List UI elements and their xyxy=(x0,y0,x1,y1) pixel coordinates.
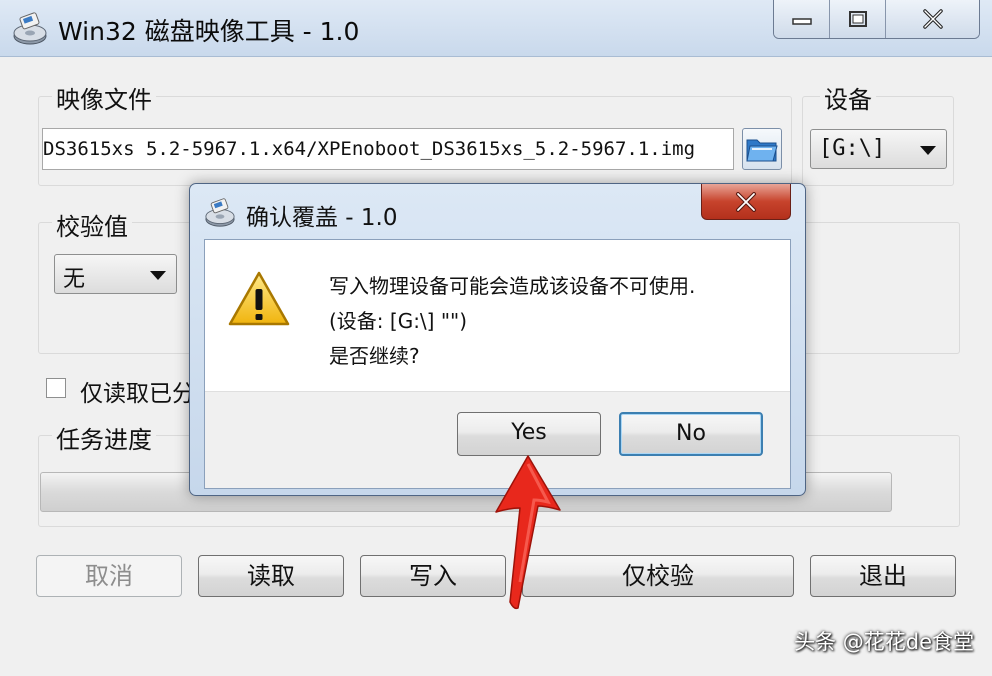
yes-button[interactable]: Yes xyxy=(457,412,601,456)
chevron-down-icon xyxy=(920,146,936,155)
cancel-button[interactable]: 取消 xyxy=(36,555,182,597)
hash-select[interactable]: 无 xyxy=(54,254,177,294)
minimize-button[interactable] xyxy=(774,0,830,38)
maximize-button[interactable] xyxy=(830,0,886,38)
read-button[interactable]: 读取 xyxy=(198,555,344,597)
readonly-checkbox[interactable] xyxy=(46,378,66,398)
disk-imager-icon xyxy=(13,12,47,45)
window-title: Win32 磁盘映像工具 - 1.0 xyxy=(58,17,360,46)
close-icon xyxy=(736,191,756,212)
warning-icon xyxy=(228,271,290,326)
maximize-icon xyxy=(848,11,867,27)
device-select-value: [G:\] xyxy=(819,136,886,161)
image-file-path-input[interactable]: DS3615xs 5.2-5967.1.x64/XPEnoboot_DS3615… xyxy=(42,128,734,170)
exit-button[interactable]: 退出 xyxy=(810,555,956,597)
confirm-overwrite-dialog: 确认覆盖 - 1.0 写入物理设备可能会造成该设备不可使用. (设备: [G:\… xyxy=(189,183,806,496)
dialog-title: 确认覆盖 - 1.0 xyxy=(246,205,398,231)
annotation-arrow xyxy=(495,455,561,610)
progress-label: 任务进度 xyxy=(52,420,156,455)
open-folder-icon xyxy=(746,139,778,162)
close-icon xyxy=(922,9,943,29)
window-caption-buttons xyxy=(773,0,980,39)
image-file-label: 映像文件 xyxy=(52,80,156,115)
device-select[interactable]: [G:\] xyxy=(810,129,947,169)
browse-folder-button[interactable] xyxy=(742,128,782,170)
dialog-message-line-1: 写入物理设备可能会造成该设备不可使用. xyxy=(329,274,696,298)
dialog-message-line-2: (设备: [G:\] "") xyxy=(329,309,468,333)
hash-label: 校验值 xyxy=(52,207,132,242)
main-titlebar: Win32 磁盘映像工具 - 1.0 xyxy=(0,0,992,57)
close-button[interactable] xyxy=(886,0,979,38)
minimize-icon xyxy=(791,18,812,25)
no-button[interactable]: No xyxy=(619,412,763,456)
dialog-close-button[interactable] xyxy=(701,184,791,220)
write-button[interactable]: 写入 xyxy=(360,555,506,597)
readonly-checkbox-label: 仅读取已分 xyxy=(80,381,195,407)
hash-select-value: 无 xyxy=(63,267,86,292)
chevron-down-icon xyxy=(150,271,166,280)
watermark-text: 头条 @花花de食堂 xyxy=(794,630,974,654)
device-label: 设备 xyxy=(820,80,876,115)
dialog-message-line-3: 是否继续? xyxy=(329,344,420,368)
disk-imager-icon xyxy=(205,198,235,227)
